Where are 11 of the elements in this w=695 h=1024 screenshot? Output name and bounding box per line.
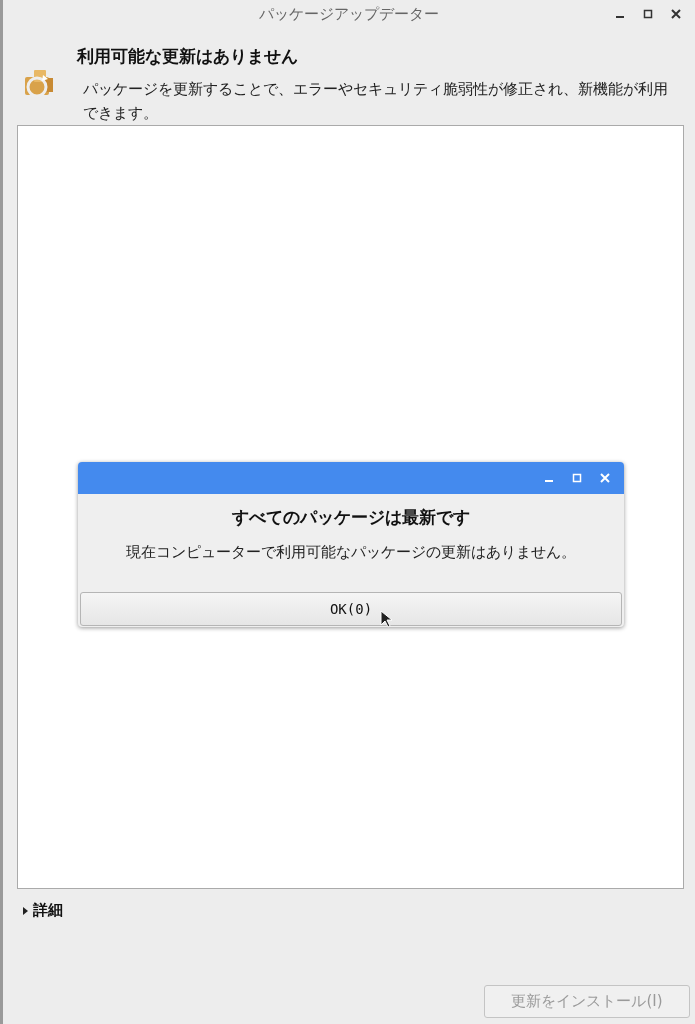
status-description: パッケージを更新することで、エラーやセキュリティ脆弱性が修正され、新機能が利用できます。 <box>83 80 669 123</box>
details-expander[interactable]: 詳細 <box>21 901 63 920</box>
ok-button[interactable]: OK(0) <box>80 592 622 626</box>
mouse-cursor-icon <box>380 610 392 628</box>
status-heading: 利用可能な更新はありません <box>77 45 299 68</box>
window-title: パッケージアップデーター <box>259 4 439 24</box>
expander-arrow-icon <box>21 905 29 916</box>
close-icon[interactable] <box>671 9 681 19</box>
maximize-icon[interactable] <box>643 9 653 19</box>
dialog-message: 現在コンピューターで利用可能なパッケージの更新はありません。 <box>126 543 576 562</box>
dialog-title: すべてのパッケージは最新です <box>232 506 470 529</box>
